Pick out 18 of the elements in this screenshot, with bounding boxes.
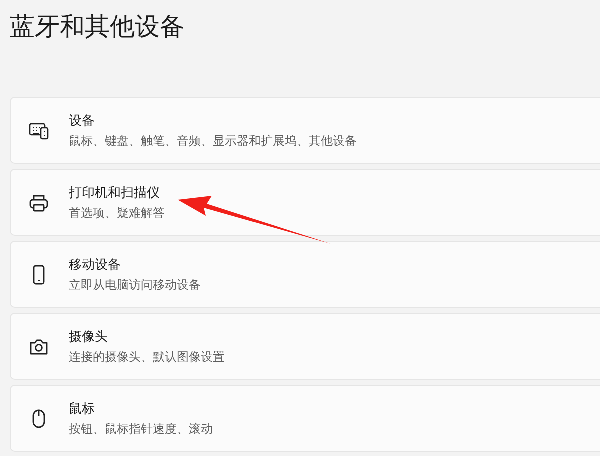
card-subtitle: 鼠标、键盘、触笔、音频、显示器和扩展坞、其他设备 bbox=[69, 132, 357, 150]
card-title: 打印机和扫描仪 bbox=[69, 184, 161, 202]
card-title: 设备 bbox=[69, 112, 96, 130]
card-subtitle: 按钮、鼠标指针速度、滚动 bbox=[69, 420, 213, 438]
keyboard-icon bbox=[29, 120, 49, 140]
settings-card[interactable]: 打印机和扫描仪 首选项、疑难解答 bbox=[10, 169, 600, 236]
card-subtitle: 首选项、疑难解答 bbox=[69, 204, 165, 222]
page-title: 蓝牙和其他设备 bbox=[9, 11, 186, 43]
card-subtitle: 连接的摄像头、默认图像设置 bbox=[69, 348, 225, 366]
card-subtitle: 立即从电脑访问移动设备 bbox=[69, 276, 201, 294]
settings-card[interactable]: 移动设备 立即从电脑访问移动设备 bbox=[10, 241, 600, 308]
card-title: 摄像头 bbox=[69, 328, 109, 346]
settings-card[interactable]: 设备 鼠标、键盘、触笔、音频、显示器和扩展坞、其他设备 bbox=[10, 97, 600, 164]
settings-card[interactable]: 摄像头 连接的摄像头、默认图像设置 bbox=[10, 313, 600, 380]
card-title: 鼠标 bbox=[69, 400, 96, 418]
settings-card[interactable]: 鼠标 按钮、鼠标指针速度、滚动 bbox=[10, 385, 600, 452]
printer-icon bbox=[29, 192, 49, 212]
card-title: 移动设备 bbox=[69, 256, 122, 274]
